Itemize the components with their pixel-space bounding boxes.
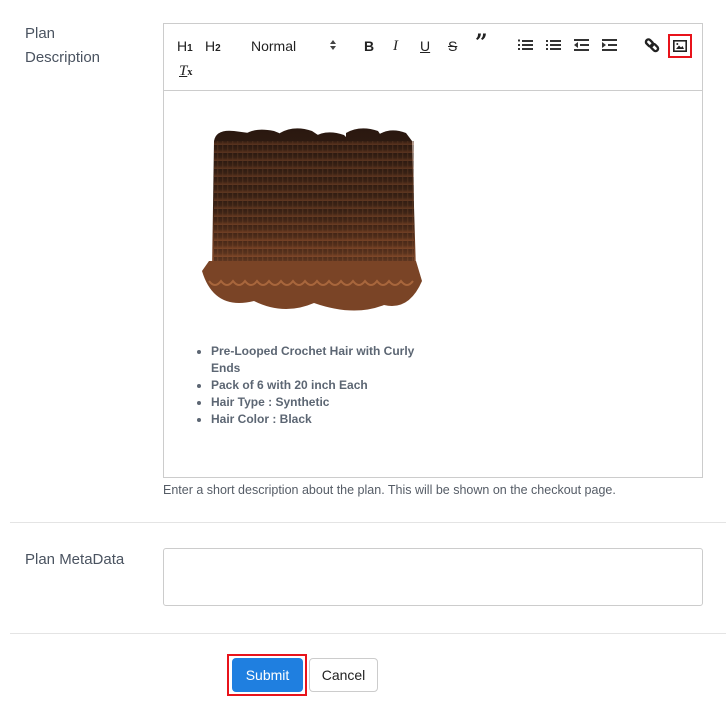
select-arrows-icon [329,37,337,53]
clear-format-icon: Tx [179,63,193,79]
ordered-list-icon [518,39,533,50]
plan-metadata-input[interactable] [163,548,703,606]
bold-button[interactable]: B [364,37,374,55]
image-icon [673,40,687,52]
product-image [202,128,422,311]
format-select[interactable]: Normal [251,37,337,55]
list-item: Hair Color : Black [211,411,419,428]
heading-1-button[interactable]: H1 [177,37,193,58]
heading-2-button[interactable]: H2 [205,37,221,58]
label-line-1: Plan [25,25,56,42]
link-icon [644,38,660,53]
strikethrough-button[interactable]: S [448,37,457,55]
list-item: Pre-Looped Crochet Hair with Curly Ends [211,343,419,377]
format-select-value: Normal [251,38,297,54]
outdent-icon [574,39,589,51]
indent-icon [602,39,617,51]
heading-1-icon: H1 [177,38,193,54]
feature-list: Pre-Looped Crochet Hair with Curly Ends … [199,343,419,428]
indent-button[interactable] [601,38,617,52]
ordered-list-button[interactable] [517,38,533,52]
label-line-2: Description [25,49,101,66]
link-button[interactable] [644,37,660,53]
heading-2-icon: H2 [205,38,221,54]
strikethrough-icon: S [448,38,458,54]
list-item: Hair Type : Synthetic [211,394,419,411]
editor-content[interactable]: Pre-Looped Crochet Hair with Curly Ends … [164,91,702,477]
italic-icon: I [393,38,398,54]
rich-text-editor[interactable]: H1 H2 Normal B I U S ” Tx • Pre-Looped C… [163,23,703,478]
section-divider [10,633,726,634]
bullet-list-button[interactable] [545,38,561,52]
plan-description-label: Plan Description [25,22,100,70]
outdent-button[interactable] [573,38,589,52]
clear-format-button[interactable]: Tx [179,62,192,82]
submit-button[interactable]: Submit [232,658,303,692]
cancel-button[interactable]: Cancel [309,658,378,692]
editor-toolbar: H1 H2 Normal B I U S ” Tx [164,24,702,91]
bold-icon: B [364,38,375,54]
underline-button[interactable]: U [420,37,430,55]
blockquote-icon: ” [475,30,488,56]
section-divider [10,522,726,523]
plan-metadata-label: Plan MetaData [25,551,125,568]
italic-button[interactable]: I [393,37,398,55]
bullet-list-icon [546,40,561,50]
underline-icon: U [420,38,431,54]
image-button[interactable] [668,34,692,58]
list-item: Pack of 6 with 20 inch Each [211,377,419,394]
description-help-text: Enter a short description about the plan… [163,483,616,497]
blockquote-button[interactable]: ” [475,32,488,54]
hair-bundles [202,128,422,311]
